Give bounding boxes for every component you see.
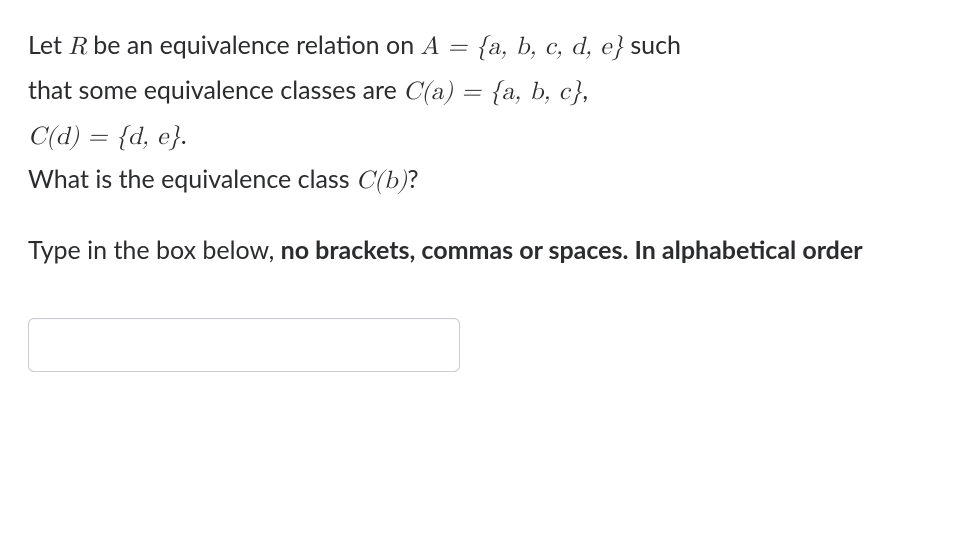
text-comma: ,	[582, 75, 588, 105]
math-Cd: C(d)	[28, 124, 79, 149]
text-frag: ?	[407, 164, 418, 194]
set-items: a, b, c	[502, 79, 570, 104]
math-eq: =	[439, 34, 475, 59]
text-frag: Let	[28, 30, 68, 60]
instr-pre: Type in the box below,	[28, 235, 281, 265]
math-setCd: {d, e}	[115, 124, 180, 149]
text-frag: such	[624, 30, 681, 60]
math-R: R	[68, 34, 86, 59]
text-period: .	[181, 120, 187, 150]
instructions-text: Type in the box below, no brackets, comm…	[28, 229, 928, 272]
math-A: A	[421, 34, 440, 59]
math-setA: {a, b, c, d, e}	[475, 34, 624, 59]
answer-input[interactable]	[28, 318, 460, 372]
math-Ca: C(a)	[403, 79, 453, 104]
text-frag: be an equivalence relation on	[87, 30, 421, 60]
set-items: a, b, c, d, e	[488, 34, 612, 59]
math-eq: =	[453, 79, 489, 104]
math-setCa: {a, b, c}	[489, 79, 582, 104]
set-items: d, e	[128, 124, 168, 149]
math-eq: =	[79, 124, 115, 149]
math-Cb: C(b)	[356, 168, 407, 193]
instr-bold: no brackets, commas or spaces. In alphab…	[281, 235, 863, 265]
text-frag: that some equivalence classes are	[28, 75, 403, 105]
question-text: Let R be an equivalence relation on A = …	[28, 24, 928, 203]
text-frag: What is the equivalence class	[28, 164, 356, 194]
